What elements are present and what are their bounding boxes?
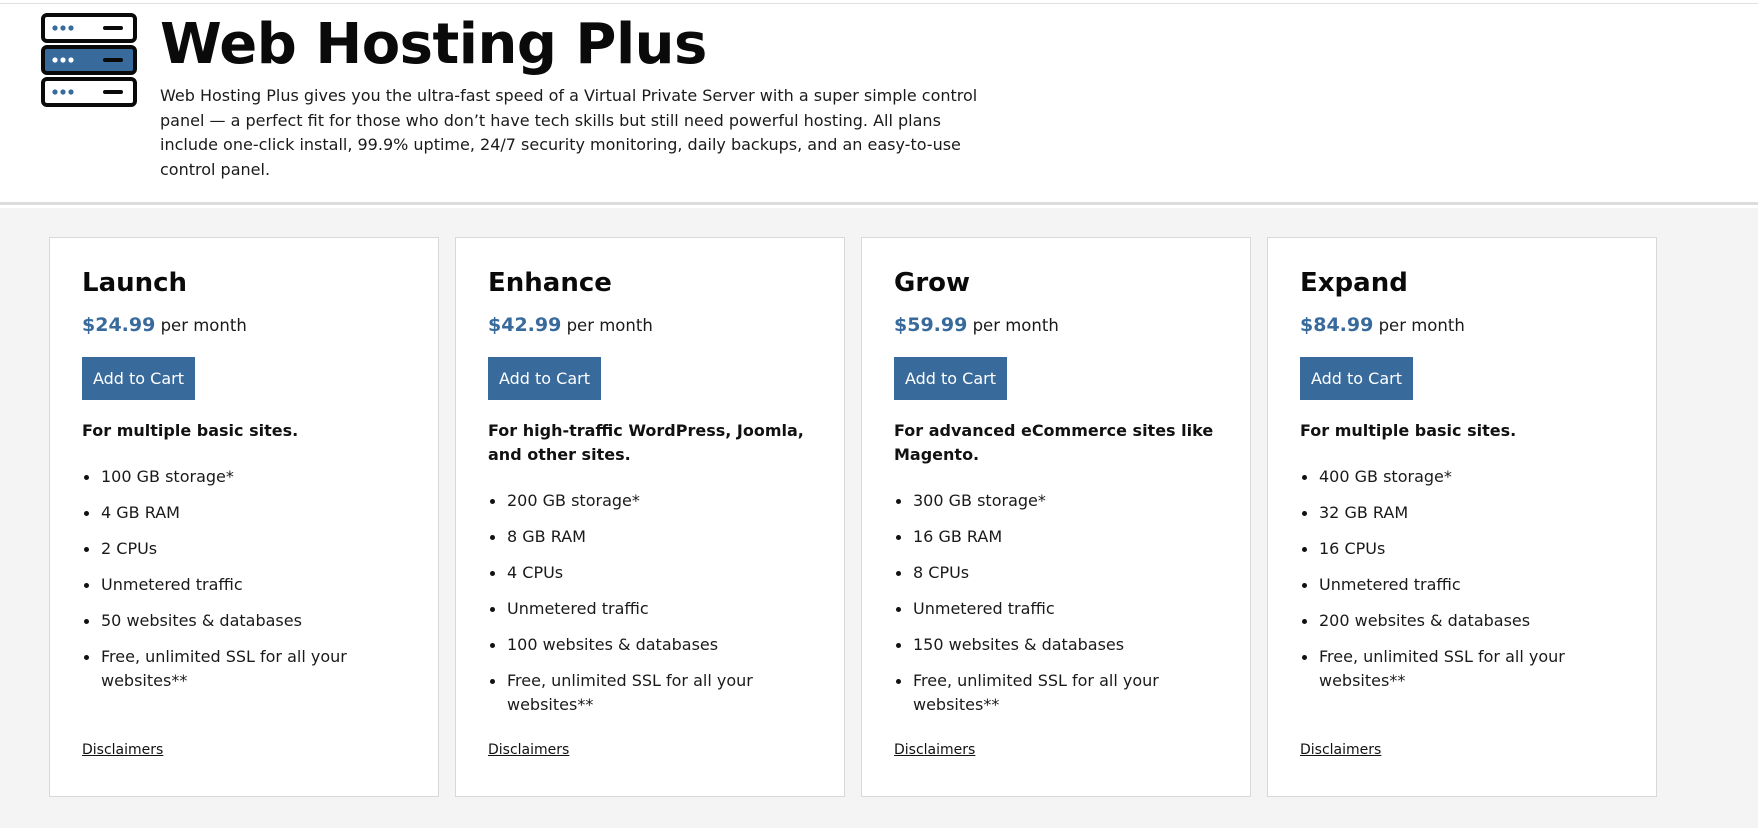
plan-tagline: For multiple basic sites. <box>1300 421 1517 440</box>
price-period: per month <box>566 316 653 335</box>
price-amount: $42.99 <box>488 314 562 336</box>
feature-item: 2 CPUs <box>82 537 412 561</box>
price-period: per month <box>972 316 1059 335</box>
disclaimers-link[interactable]: Disclaimers <box>894 742 975 758</box>
plan-price: $24.99 per month <box>82 314 247 336</box>
feature-item: 200 websites & databases <box>1300 609 1630 633</box>
page-description: Web Hosting Plus gives you the ultra-fas… <box>160 86 978 179</box>
plan-card-expand: Expand $84.99 per month Add to Cart For … <box>1267 237 1657 797</box>
plans-section: Launch $24.99 per month Add to Cart For … <box>0 208 1758 828</box>
disclaimers-link[interactable]: Disclaimers <box>488 742 569 758</box>
plan-name: Expand <box>1300 268 1408 298</box>
feature-item: 300 GB storage* <box>894 489 1224 513</box>
feature-item: Free, unlimited SSL for all your website… <box>894 669 1224 717</box>
plan-card-enhance: Enhance $42.99 per month Add to Cart For… <box>455 237 845 797</box>
feature-item: 32 GB RAM <box>1300 501 1630 525</box>
feature-item: Free, unlimited SSL for all your website… <box>488 669 818 717</box>
price-amount: $24.99 <box>82 314 156 336</box>
plan-name: Launch <box>82 268 188 298</box>
feature-item: 4 GB RAM <box>82 501 412 525</box>
feature-item: Unmetered traffic <box>488 597 818 621</box>
plan-price: $42.99 per month <box>488 314 653 336</box>
feature-item: 400 GB storage* <box>1300 465 1630 489</box>
feature-item: 100 websites & databases <box>488 633 818 657</box>
add-to-cart-button[interactable]: Add to Cart <box>1300 357 1413 400</box>
feature-item: 8 CPUs <box>894 561 1224 585</box>
plan-price: $59.99 per month <box>894 314 1059 336</box>
feature-list: 200 GB storage* 8 GB RAM 4 CPUs Unmetere… <box>488 489 818 729</box>
feature-list: 300 GB storage* 16 GB RAM 8 CPUs Unmeter… <box>894 489 1224 729</box>
plan-name: Grow <box>894 268 971 298</box>
disclaimers-link[interactable]: Disclaimers <box>1300 742 1381 758</box>
plan-price: $84.99 per month <box>1300 314 1465 336</box>
price-period: per month <box>160 316 247 335</box>
price-period: per month <box>1378 316 1465 335</box>
feature-item: 100 GB storage* <box>82 465 412 489</box>
plan-tagline: For high-traffic WordPress, Joomla, and … <box>488 421 804 464</box>
feature-item: Unmetered traffic <box>894 597 1224 621</box>
plan-name: Enhance <box>488 268 612 298</box>
feature-item: Unmetered traffic <box>1300 573 1630 597</box>
price-amount: $59.99 <box>894 314 968 336</box>
plan-card-launch: Launch $24.99 per month Add to Cart For … <box>49 237 439 797</box>
feature-item: 4 CPUs <box>488 561 818 585</box>
feature-item: 16 CPUs <box>1300 537 1630 561</box>
feature-item: 200 GB storage* <box>488 489 818 513</box>
feature-list: 100 GB storage* 4 GB RAM 2 CPUs Unmetere… <box>82 465 412 705</box>
feature-item: Unmetered traffic <box>82 573 412 597</box>
disclaimers-link[interactable]: Disclaimers <box>82 742 163 758</box>
add-to-cart-button[interactable]: Add to Cart <box>488 357 601 400</box>
feature-item: 16 GB RAM <box>894 525 1224 549</box>
add-to-cart-button[interactable]: Add to Cart <box>894 357 1007 400</box>
page-title: Web Hosting Plus <box>160 12 707 77</box>
price-amount: $84.99 <box>1300 314 1374 336</box>
feature-list: 400 GB storage* 32 GB RAM 16 CPUs Unmete… <box>1300 465 1630 705</box>
plan-tagline: For multiple basic sites. <box>82 421 299 440</box>
feature-item: 8 GB RAM <box>488 525 818 549</box>
server-stack-icon <box>41 13 137 107</box>
plan-tagline: For advanced eCommerce sites like Magent… <box>894 421 1214 464</box>
feature-item: 50 websites & databases <box>82 609 412 633</box>
feature-item: Free, unlimited SSL for all your website… <box>1300 645 1630 693</box>
feature-item: 150 websites & databases <box>894 633 1224 657</box>
add-to-cart-button[interactable]: Add to Cart <box>82 357 195 400</box>
feature-item: Free, unlimited SSL for all your website… <box>82 645 412 693</box>
page-header: Web Hosting Plus Web Hosting Plus gives … <box>0 0 1758 205</box>
plan-card-grow: Grow $59.99 per month Add to Cart For ad… <box>861 237 1251 797</box>
top-divider <box>0 3 1758 4</box>
